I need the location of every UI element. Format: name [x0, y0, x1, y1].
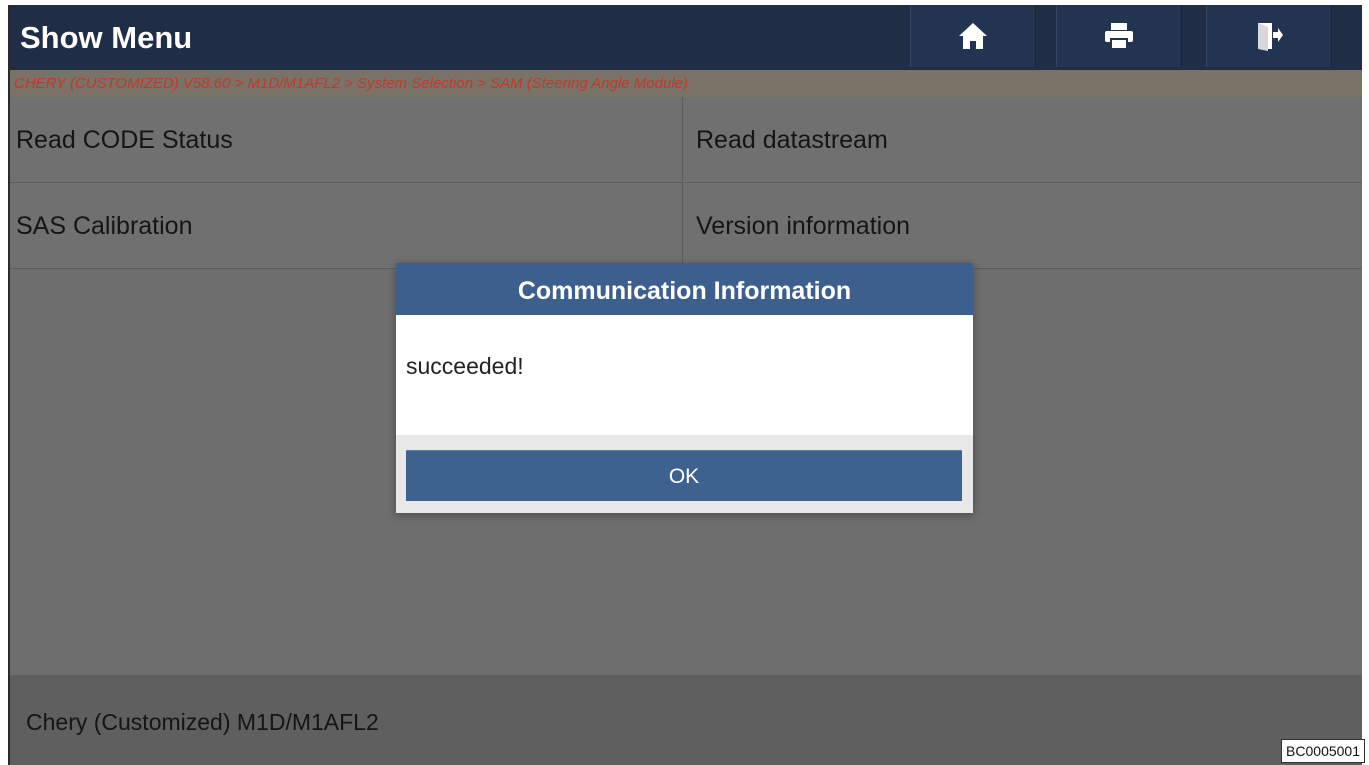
status-footer: Chery (Customized) M1D/M1AFL2: [10, 675, 1362, 765]
menu-item-label: Read CODE Status: [16, 126, 233, 154]
ok-button[interactable]: OK: [406, 450, 962, 501]
home-button[interactable]: [910, 5, 1036, 67]
menu-item-label: SAS Calibration: [16, 212, 193, 240]
menu-item-sas-calibration[interactable]: SAS Calibration: [10, 183, 683, 269]
dialog-title: Communication Information: [396, 263, 973, 315]
top-bar: Show Menu: [10, 5, 1362, 70]
app-window: Show Menu CHERY (CUSTOMIZED) V58.60 > M1…: [8, 5, 1362, 765]
menu-item-read-datastream[interactable]: Read datastream: [684, 97, 1362, 183]
dialog-body: succeeded!: [396, 315, 973, 435]
breadcrumb: CHERY (CUSTOMIZED) V58.60 > M1D/M1AFL2 >…: [10, 70, 1362, 97]
home-icon: [959, 23, 987, 49]
menu-item-label: Read datastream: [696, 126, 888, 154]
menu-item-read-code-status[interactable]: Read CODE Status: [10, 97, 683, 183]
print-button[interactable]: [1056, 5, 1182, 67]
vehicle-name: Chery (Customized) M1D/M1AFL2: [26, 709, 379, 735]
page-title: Show Menu: [20, 20, 193, 55]
communication-dialog: Communication Information succeeded! OK: [396, 263, 973, 513]
menu-item-label: Version information: [696, 212, 911, 240]
exit-icon: [1258, 23, 1283, 51]
print-icon: [1105, 23, 1133, 50]
figure-code-label: BC0005001: [1281, 739, 1365, 763]
exit-button[interactable]: [1206, 5, 1332, 67]
dialog-message: succeeded!: [406, 353, 524, 379]
menu-item-version-information[interactable]: Version information: [684, 183, 1362, 269]
